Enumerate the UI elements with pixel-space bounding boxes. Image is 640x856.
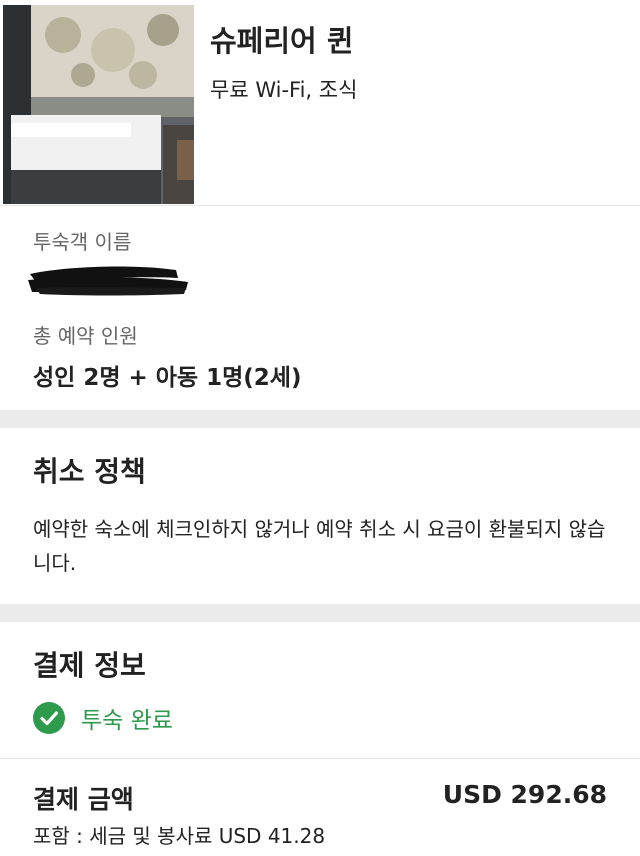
room-title: 슈페리어 퀸	[210, 24, 354, 58]
policy-title: 취소 정책	[33, 455, 146, 488]
payment-title: 결제 정보	[33, 649, 146, 682]
section-divider	[0, 604, 640, 622]
payment-status-text: 투숙 완료	[81, 708, 173, 734]
room-photo[interactable]	[3, 5, 194, 204]
amount-value: USD 292.68	[442, 780, 607, 809]
pax-label: 총 예약 인원	[33, 324, 138, 348]
check-circle-icon	[33, 702, 65, 734]
payment-status: 투숙 완료	[33, 700, 173, 736]
room-summary: 슈페리어 퀸 무료 Wi-Fi, 조식	[0, 0, 640, 206]
policy-text: 예약한 숙소에 체크인하지 않거나 예약 취소 시 요금이 환불되지 않습니다.	[33, 517, 606, 575]
room-amenities: 무료 Wi-Fi, 조식	[210, 78, 358, 102]
amount-label: 결제 금액	[33, 785, 134, 814]
pax-value: 성인 2명 + 아동 1명(2세)	[33, 365, 302, 391]
guest-name-label: 투숙객 이름	[33, 230, 132, 254]
guest-name-redacted	[26, 262, 192, 298]
divider	[0, 758, 640, 759]
section-divider	[0, 410, 640, 428]
tax-note: 포함 : 세금 및 봉사료 USD 41.28	[33, 824, 326, 848]
